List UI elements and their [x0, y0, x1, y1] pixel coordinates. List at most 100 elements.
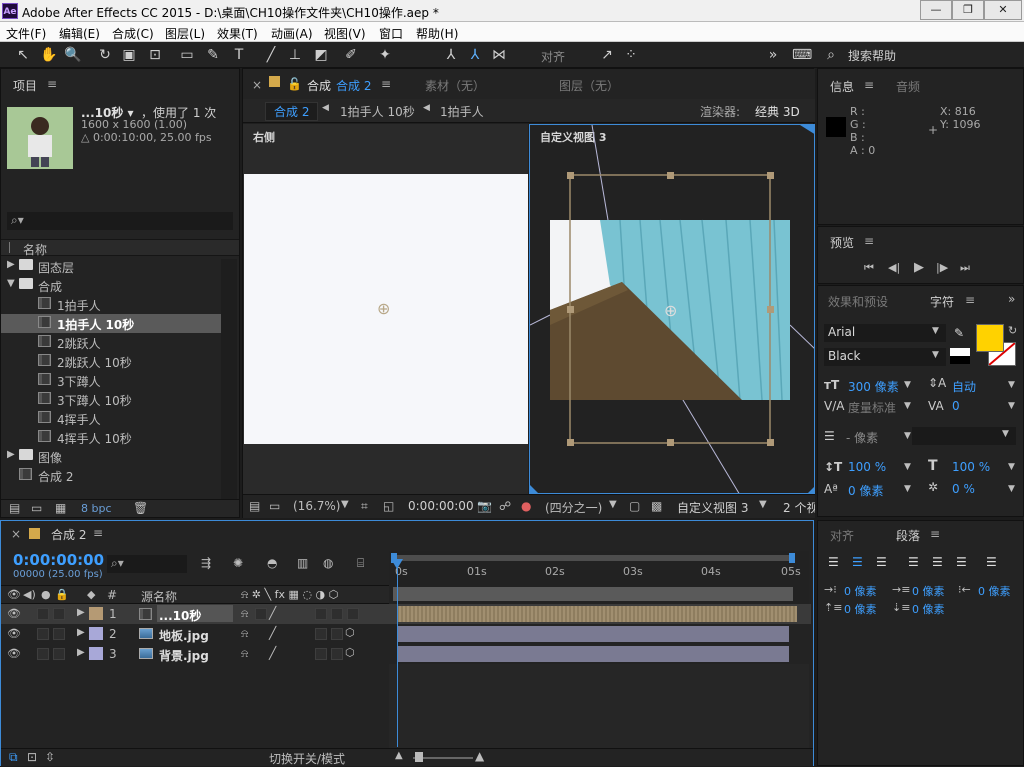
shy-switch-icon[interactable]: ⍾	[241, 647, 248, 661]
eyedropper-icon[interactable]: ✎	[954, 326, 964, 340]
interpret-footage-icon[interactable]: ▤	[9, 501, 20, 515]
indent-left-value[interactable]: 0 像素	[844, 583, 877, 599]
tab-composition-name[interactable]: 合成 2	[336, 77, 371, 94]
list-item[interactable]: 2跳跃人	[1, 333, 221, 352]
stroke-style-select[interactable]: ▼	[912, 427, 1016, 445]
play-icon[interactable]: ▶	[914, 260, 924, 275]
paragraph-tab[interactable]: 段落	[896, 527, 920, 544]
layer-duration-bar[interactable]	[397, 606, 797, 622]
breadcrumb-item[interactable]: 1拍手人	[440, 103, 484, 120]
keyboard-icon[interactable]: ⌨	[792, 46, 812, 64]
tab-footage[interactable]: 素材（无）	[425, 77, 485, 94]
panel-menu-icon[interactable]: ≡	[47, 77, 57, 91]
tsume-value[interactable]: 0 %	[952, 482, 975, 496]
align-left-icon[interactable]: ☰	[828, 555, 839, 569]
menu-help[interactable]: 帮助(H)	[416, 25, 458, 42]
safe-margins-icon[interactable]: ⌗	[361, 499, 368, 514]
maximize-button[interactable]: ❐	[952, 0, 984, 20]
snapshot-icon[interactable]: 📷	[477, 499, 492, 513]
snap-option-icon[interactable]: ↗	[598, 46, 616, 64]
home-arrow-icon[interactable]: ↖	[14, 46, 32, 64]
first-frame-icon[interactable]: ⏮	[864, 261, 874, 275]
monitor-icon[interactable]: ▭	[269, 499, 280, 513]
list-item[interactable]: ▶ 图像	[1, 447, 221, 466]
right-view[interactable]: 自定义视图 3 ⊕	[529, 124, 815, 494]
table-row[interactable]: 👁 ▶ 3 背景.jpg ⍾ ╱ ⬡	[1, 644, 811, 664]
list-item[interactable]: 4挥手人	[1, 409, 221, 428]
kerning-value[interactable]: 度量标准	[848, 399, 896, 416]
layer-duration-bar[interactable]	[397, 626, 789, 642]
stroke-width-value[interactable]: - 像素	[846, 429, 878, 446]
eraser-tool-icon[interactable]: ◩	[312, 46, 330, 64]
snap-grid-icon[interactable]: ⁘	[622, 46, 640, 64]
zoom-select[interactable]: (16.7%)	[293, 499, 340, 513]
quality-switch-icon[interactable]: ╱	[269, 626, 276, 640]
pan-behind-tool-icon[interactable]: ⊡	[146, 46, 164, 64]
camera-tool-icon[interactable]: ▣	[120, 46, 138, 64]
motion-blur-switch[interactable]	[315, 608, 327, 620]
lock-switch[interactable]	[53, 628, 65, 640]
anchor-point-icon[interactable]: ⊕	[377, 299, 390, 318]
breadcrumb-item[interactable]: 1拍手人 10秒	[340, 103, 415, 120]
panel-menu-icon[interactable]: ≡	[930, 527, 940, 541]
anchor-point-icon[interactable]: ⊕	[664, 301, 677, 320]
expand-icon[interactable]: ▶	[77, 607, 85, 618]
hand-tool-icon[interactable]: ✋	[40, 46, 58, 64]
brush-tool-icon[interactable]: ╱	[262, 46, 280, 64]
lock-icon[interactable]: 🔓	[287, 77, 302, 91]
align-tab[interactable]: 对齐	[830, 527, 854, 544]
table-row[interactable]: 👁 ▶ 1 ...10秒 ⍾ ╱	[1, 604, 811, 624]
space-before-value[interactable]: 0 像素	[844, 601, 877, 617]
solo-switch[interactable]	[37, 628, 49, 640]
timeline-tab[interactable]: 合成 2	[51, 526, 86, 543]
solo-switch[interactable]	[37, 648, 49, 660]
column-name[interactable]: 名称	[23, 241, 47, 258]
list-item[interactable]: 3下蹲人	[1, 371, 221, 390]
zoom-in-icon[interactable]: ▲	[475, 749, 484, 763]
tracking-value[interactable]: 0	[952, 399, 960, 413]
horizontal-scale-value[interactable]: 100 %	[952, 460, 990, 474]
layer-name[interactable]: 地板.jpg	[159, 627, 209, 644]
comp-flowchart-icon[interactable]: ⇶	[201, 556, 211, 570]
menu-composition[interactable]: 合成(C)	[112, 25, 154, 42]
channel-icon[interactable]: ●	[521, 499, 531, 513]
indent-right-value[interactable]: 0 像素	[978, 583, 1011, 599]
list-item-selected[interactable]: 1拍手人 10秒	[1, 314, 221, 333]
shy-layers-icon[interactable]: ◓	[267, 556, 277, 570]
timeline-search-input[interactable]: ⌕▾	[107, 555, 187, 573]
panel-menu-icon[interactable]: ≡	[864, 78, 874, 92]
rotate-tool-icon[interactable]: ↻	[96, 46, 114, 64]
last-frame-icon[interactable]: ⏭	[960, 261, 970, 275]
transparency-grid-icon[interactable]: ▩	[651, 499, 662, 513]
list-item[interactable]: 合成 2	[1, 466, 221, 485]
project-tab[interactable]: 项目	[13, 77, 37, 94]
clone-stamp-icon[interactable]: ⊥	[286, 46, 304, 64]
menu-window[interactable]: 窗口	[379, 25, 403, 42]
list-item[interactable]: 1拍手人	[1, 295, 221, 314]
zoom-slider-handle[interactable]	[415, 752, 423, 762]
font-size-value[interactable]: 300 像素	[848, 378, 899, 395]
justify-left-icon[interactable]: ☰	[908, 555, 919, 569]
info-tab[interactable]: 信息	[830, 78, 854, 95]
menu-view[interactable]: 视图(V)	[324, 25, 366, 42]
puppet-pin-icon[interactable]: ✦	[376, 46, 394, 64]
close-tab-icon[interactable]: ×	[252, 78, 262, 92]
minimize-button[interactable]: —	[920, 0, 952, 20]
layer-name[interactable]: ...10秒	[159, 607, 201, 624]
justify-right-icon[interactable]: ☰	[956, 555, 967, 569]
quality-switch-icon[interactable]: ╱	[269, 646, 276, 660]
preview-tab[interactable]: 预览	[830, 234, 854, 251]
expand-icon[interactable]: ▶	[77, 627, 85, 638]
panel-menu-icon[interactable]: ≡	[381, 77, 391, 91]
shy-switch-icon[interactable]: ⍾	[241, 627, 248, 641]
region-of-interest-icon[interactable]: ▢	[629, 499, 640, 513]
layer-name[interactable]: 背景.jpg	[159, 647, 209, 664]
transfer-controls-icon[interactable]: ⊡	[27, 750, 37, 764]
left-view[interactable]: 右侧 ⊕	[243, 124, 528, 494]
list-item[interactable]: 4挥手人 10秒	[1, 428, 221, 447]
menu-file[interactable]: 文件(F)	[6, 25, 46, 42]
zoom-out-icon[interactable]: ▲	[395, 750, 403, 761]
in-out-icon[interactable]: ⇳	[45, 750, 55, 764]
motion-blur-switch[interactable]	[315, 648, 327, 660]
swap-colors-icon[interactable]: ↻	[1008, 324, 1017, 337]
